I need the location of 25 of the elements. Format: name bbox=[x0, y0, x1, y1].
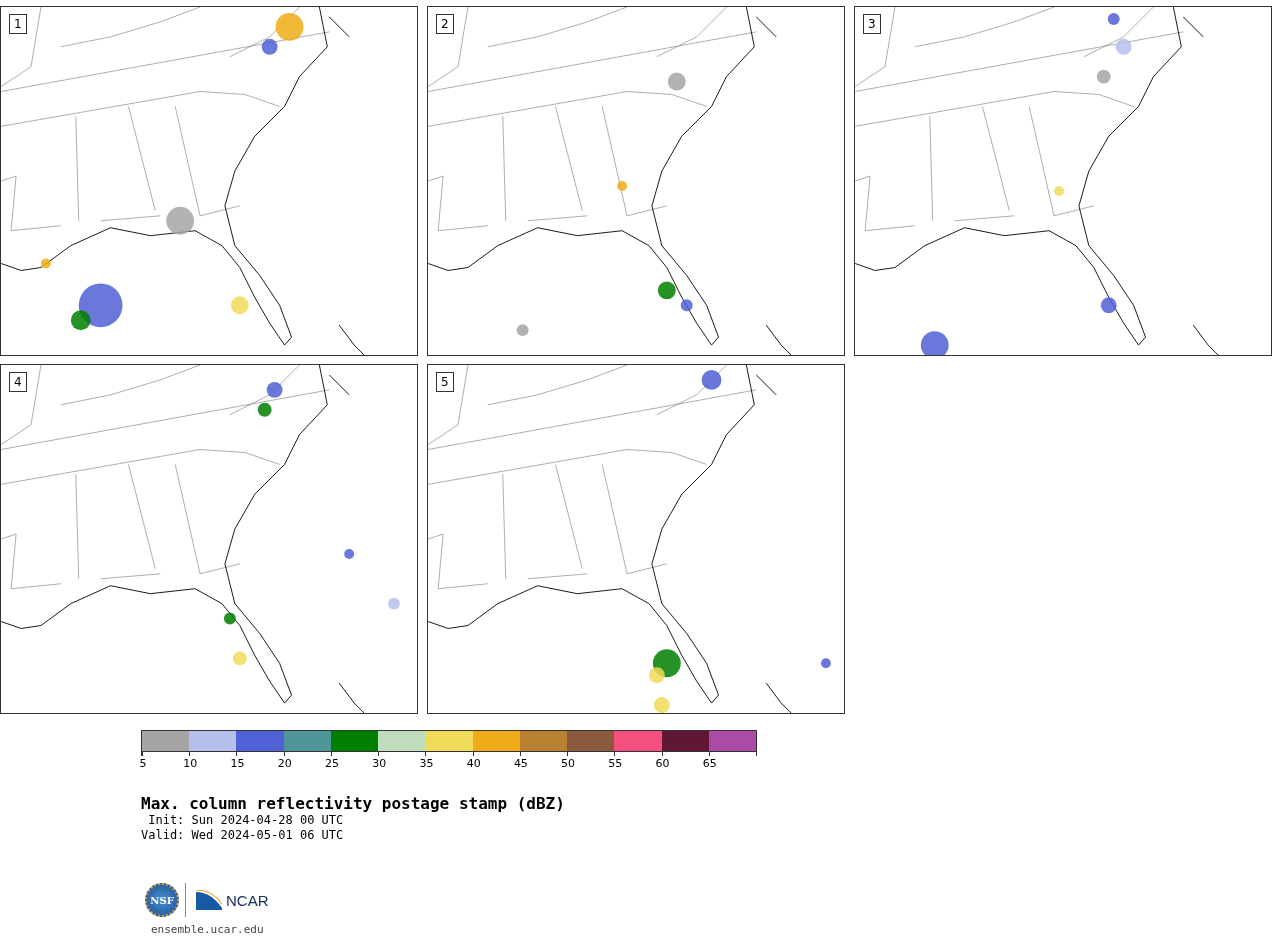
tick-label: 35 bbox=[419, 757, 434, 770]
tick-label: 60 bbox=[655, 757, 670, 770]
ncar-logo: NCAR bbox=[226, 891, 269, 909]
tick-label: 65 bbox=[702, 757, 717, 770]
panel-number: 2 bbox=[436, 14, 454, 34]
tick-label: 15 bbox=[230, 757, 245, 770]
panel-number: 5 bbox=[436, 372, 454, 392]
panel-number: 4 bbox=[9, 372, 27, 392]
tick-label: 55 bbox=[608, 757, 623, 770]
init-time: Init: Sun 2024-04-28 00 UTC bbox=[147, 813, 345, 828]
panel-number: 3 bbox=[863, 14, 881, 34]
tick-label: 50 bbox=[561, 757, 576, 770]
chart-title: Max. column reflectivity postage stamp (dBZ) bbox=[141, 794, 566, 813]
swoosh-icon bbox=[196, 890, 222, 910]
valid-time: Valid: Wed 2024-05-01 06 UTC bbox=[141, 828, 345, 843]
tick-label: 40 bbox=[466, 757, 481, 770]
panel-number: 1 bbox=[9, 14, 27, 34]
tick-label: 45 bbox=[513, 757, 528, 770]
tick-label: 20 bbox=[277, 757, 292, 770]
tick-label: 30 bbox=[372, 757, 387, 770]
tick-label: 25 bbox=[324, 757, 339, 770]
tick-label: 5 bbox=[139, 757, 147, 770]
tick-label: 10 bbox=[183, 757, 198, 770]
nsf-logo: NSF bbox=[145, 883, 179, 917]
site-url: ensemble.ucar.edu bbox=[151, 923, 265, 936]
